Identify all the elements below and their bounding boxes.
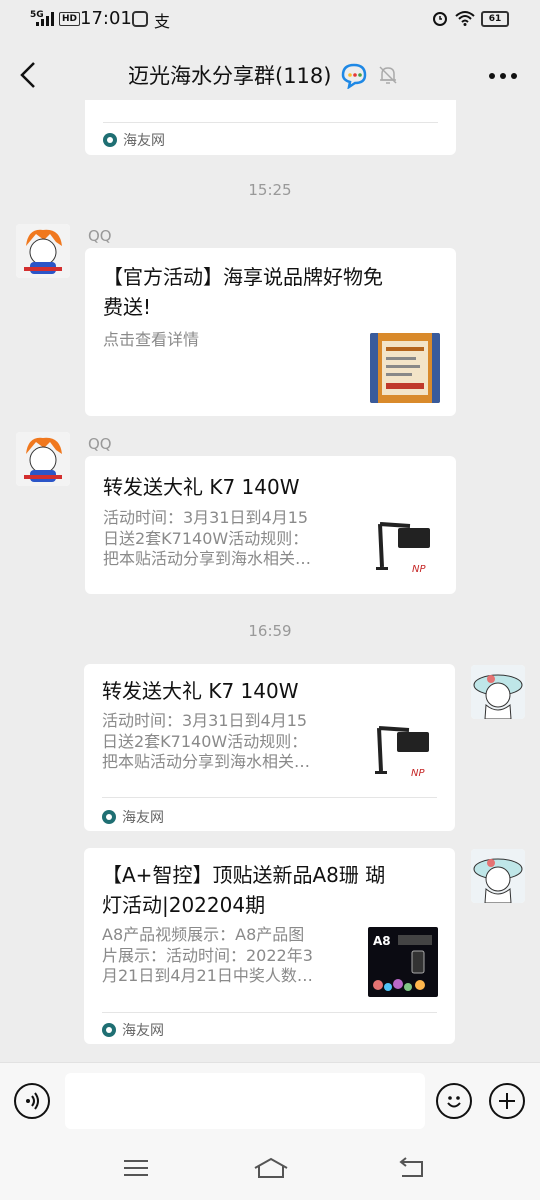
message-card[interactable]: 【官方活动】海享说品牌好物免 费送! 点击查看详情 [85, 248, 456, 416]
status-bar: 5G HD 17:01 支 61 [0, 0, 540, 40]
back-icon[interactable] [16, 60, 40, 90]
wifi-icon [455, 11, 475, 26]
card-divider [103, 122, 438, 123]
message-input[interactable] [65, 1073, 425, 1129]
haiyou-logo-icon [102, 1023, 116, 1037]
app-notification-icon [132, 11, 148, 27]
svg-text:NP: NP [411, 768, 425, 779]
message-card[interactable]: 【A+智控】顶贴送新品A8珊 瑚 灯活动|202204期 A8产品视频展示：A8… [84, 848, 455, 1044]
voice-input-icon[interactable] [14, 1083, 50, 1119]
avatar[interactable] [471, 849, 525, 903]
input-bar [0, 1062, 540, 1141]
svg-text:A8: A8 [373, 934, 391, 948]
sender-name: QQ [88, 435, 112, 453]
card-title: 转发送大礼 K7 140W [103, 475, 300, 499]
card-description: 活动时间：3月31日到4月15 日送2套K7140W活动规则： 把本贴活动分享到… [103, 508, 312, 568]
avatar[interactable] [471, 665, 525, 719]
sender-name: QQ [88, 227, 112, 245]
add-more-icon[interactable] [489, 1083, 525, 1119]
message-card-partial[interactable]: 海友网 [85, 100, 456, 155]
avatar-qq-image [16, 432, 70, 486]
card-thumbnail [370, 333, 440, 403]
card-title: 【官方活动】海享说品牌好物免 费送! [103, 265, 383, 319]
card-thumbnail: A8 [368, 927, 438, 997]
haiyou-logo-icon [102, 810, 116, 824]
menu-icon[interactable] [120, 1156, 152, 1180]
qq-chat-icon [342, 63, 367, 89]
svg-text:NP: NP [412, 564, 426, 575]
card-source: 海友网 [102, 807, 164, 827]
card-title: 【A+智控】顶贴送新品A8珊 瑚 灯活动|202204期 [102, 863, 386, 917]
avatar[interactable] [16, 432, 70, 486]
card-thumbnail: NP [369, 716, 439, 786]
mute-bell-icon [379, 66, 397, 84]
card-thumbnail: NP [370, 512, 440, 582]
status-time: 17:01 [80, 8, 132, 29]
chat-timestamp: 16:59 [248, 622, 292, 640]
message-card[interactable]: 转发送大礼 K7 140W 活动时间：3月31日到4月15 日送2套K7140W… [84, 664, 455, 831]
card-description: A8产品视频展示：A8产品图 片展示：活动时间：2022年3 月21日到4月21… [102, 925, 313, 985]
home-icon[interactable] [253, 1156, 289, 1180]
system-nav-bar [0, 1140, 540, 1200]
chat-timestamp: 15:25 [248, 181, 292, 199]
avatar-qq-image [16, 224, 70, 278]
more-options-icon[interactable] [488, 72, 518, 80]
card-divider [102, 797, 437, 798]
chat-title-text: 迈光海水分享群(118) [128, 64, 332, 88]
battery-icon: 61 [481, 11, 509, 27]
message-card[interactable]: 转发送大礼 K7 140W 活动时间：3月31日到4月15 日送2套K7140W… [85, 456, 456, 594]
avatar-self-image [471, 665, 525, 719]
alarm-icon [433, 12, 447, 26]
avatar-self-image [471, 849, 525, 903]
emoji-icon[interactable] [436, 1083, 472, 1119]
avatar[interactable] [16, 224, 70, 278]
card-source: 海友网 [103, 130, 165, 150]
hd-badge: HD [59, 12, 81, 26]
signal-icon [36, 12, 54, 26]
haiyou-logo-icon [103, 133, 117, 147]
card-divider [102, 1012, 437, 1013]
card-title: 转发送大礼 K7 140W [102, 679, 299, 703]
card-description: 活动时间：3月31日到4月15 日送2套K7140W活动规则： 把本贴活动分享到… [102, 711, 311, 771]
alipay-icon: 支 [154, 12, 171, 31]
chat-title: 迈光海水分享群(118) [128, 60, 399, 90]
card-description: 点击查看详情 [103, 330, 200, 349]
back-nav-icon[interactable] [396, 1156, 428, 1180]
card-source: 海友网 [102, 1020, 164, 1040]
